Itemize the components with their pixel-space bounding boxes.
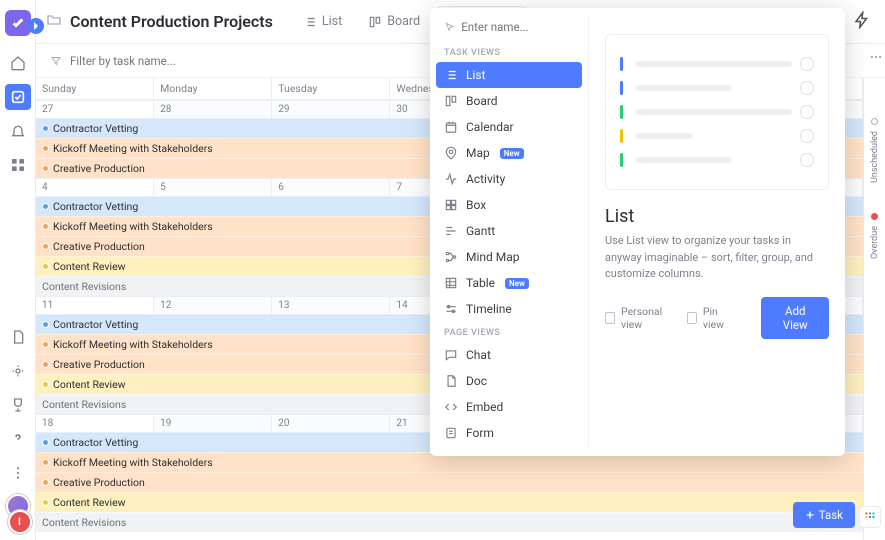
date-cell[interactable]: 20 (272, 414, 390, 432)
filter-icon (50, 55, 62, 67)
view-option-activity[interactable]: Activity (436, 166, 582, 192)
board-icon (444, 94, 458, 108)
day-header: Tuesday (272, 78, 390, 99)
view-option-timeline[interactable]: Timeline (436, 296, 582, 322)
page-views-label: PAGE VIEWS (436, 322, 582, 342)
embed-icon (444, 400, 458, 414)
map-icon (444, 146, 458, 160)
view-detail-desc: Use List view to organize your tasks in … (605, 233, 829, 283)
cursor-icon (444, 21, 455, 34)
date-cell[interactable]: 11 (36, 296, 154, 314)
date-cell[interactable]: 28 (154, 100, 272, 118)
overdue-indicator (871, 213, 878, 220)
mindmap-icon (444, 250, 458, 264)
apps-grid-button[interactable] (859, 506, 881, 528)
add-view-popover: TASK VIEWS ListBoardCalendarMapNewActivi… (430, 8, 845, 456)
date-cell[interactable]: 5 (154, 178, 272, 196)
left-sidebar: I (0, 0, 36, 540)
notifications-icon[interactable] (5, 118, 31, 144)
view-option-embed[interactable]: Embed (436, 394, 582, 420)
date-cell[interactable]: 29 (272, 100, 390, 118)
box-icon (444, 198, 458, 212)
calendar-event[interactable]: Creative Production (36, 472, 863, 492)
calendar-event[interactable]: Content Revisions (36, 512, 863, 532)
date-cell[interactable]: 12 (154, 296, 272, 314)
view-option-board[interactable]: Board (436, 88, 582, 114)
docs-icon[interactable] (5, 324, 31, 350)
pin-view-checkbox[interactable]: Pin view (687, 305, 734, 331)
task-views-label: TASK VIEWS (436, 42, 582, 62)
view-preview (605, 34, 829, 190)
view-option-gantt[interactable]: Gantt (436, 218, 582, 244)
view-option-form[interactable]: Form (436, 420, 582, 446)
add-view-button[interactable]: Add View (761, 297, 829, 339)
list-icon (444, 68, 458, 82)
page-title: Content Production Projects (70, 12, 273, 31)
expand-sidebar-button[interactable] (28, 18, 44, 34)
activity-icon (444, 172, 458, 186)
avatar[interactable]: I (8, 510, 32, 534)
view-option-calendar[interactable]: Calendar (436, 114, 582, 140)
calendar-side-rail: Unscheduled Overdue (863, 78, 885, 540)
calendar-event[interactable]: Content Review (36, 492, 863, 512)
tab-list[interactable]: List (293, 8, 352, 35)
day-header: Monday (154, 78, 272, 99)
day-header: Sunday (36, 78, 154, 99)
date-cell[interactable]: 4 (36, 178, 154, 196)
unscheduled-label[interactable]: Unscheduled (870, 131, 880, 183)
view-detail-title: List (605, 206, 829, 227)
view-option-mindmap[interactable]: Mind Map (436, 244, 582, 270)
view-option-list[interactable]: List (436, 62, 582, 88)
help-icon[interactable] (5, 426, 31, 452)
view-option-box[interactable]: Box (436, 192, 582, 218)
doc-icon (444, 374, 458, 388)
pulse-icon[interactable] (5, 358, 31, 384)
more-icon[interactable] (5, 460, 31, 486)
personal-view-checkbox[interactable]: Personal view (605, 305, 673, 331)
tab-board[interactable]: Board (358, 8, 430, 35)
overdue-label[interactable]: Overdue (870, 226, 880, 259)
view-option-chat[interactable]: Chat (436, 342, 582, 368)
view-option-map[interactable]: MapNew (436, 140, 582, 166)
date-cell[interactable]: 27 (36, 100, 154, 118)
filter-input[interactable] (70, 54, 270, 68)
date-cell[interactable]: 19 (154, 414, 272, 432)
chat-icon (444, 348, 458, 362)
goals-icon[interactable] (5, 392, 31, 418)
folder-icon (46, 12, 62, 31)
view-option-doc[interactable]: Doc (436, 368, 582, 394)
more-options-icon[interactable] (869, 50, 883, 67)
calendar-icon (444, 120, 458, 134)
gantt-icon (444, 224, 458, 238)
tasks-icon[interactable] (5, 84, 31, 110)
unscheduled-indicator (871, 118, 878, 125)
date-cell[interactable]: 6 (272, 178, 390, 196)
new-task-button[interactable]: Task (793, 502, 855, 528)
app-logo[interactable] (5, 10, 31, 36)
table-icon (444, 276, 458, 290)
form-icon (444, 426, 458, 440)
date-cell[interactable]: 18 (36, 414, 154, 432)
view-search-input[interactable] (461, 20, 574, 34)
timeline-icon (444, 302, 458, 316)
view-option-table[interactable]: TableNew (436, 270, 582, 296)
automation-icon[interactable] (849, 7, 875, 36)
apps-icon[interactable] (5, 152, 31, 178)
home-icon[interactable] (5, 50, 31, 76)
date-cell[interactable]: 13 (272, 296, 390, 314)
